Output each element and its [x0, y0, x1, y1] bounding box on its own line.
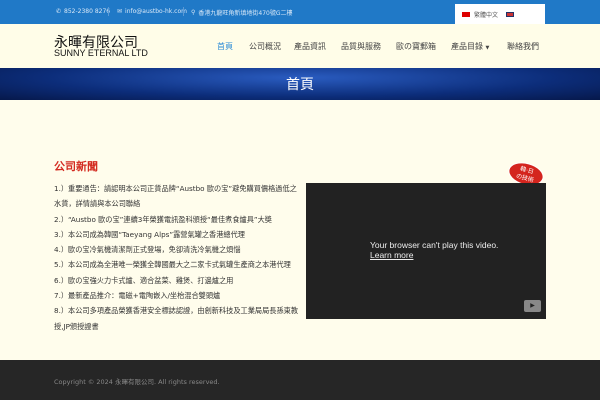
learn-more-link[interactable]: Learn more — [370, 250, 498, 260]
news-heading: 公司新聞 — [54, 160, 98, 173]
news-item: 5.）本公司成為全港唯一榮獲全韓國最大之二家卡式氣罐生產商之本港代理 — [54, 260, 291, 270]
mail-icon: ✉ — [117, 8, 123, 15]
video-player[interactable]: Your browser can't play this video. Learn… — [306, 183, 546, 319]
address-info: ⚲ 香港九龍旺角新填地街470號G二樓 — [191, 9, 293, 17]
china-flag-icon — [462, 11, 470, 17]
top-bar: ✆ 852-2380 8276 ✉ info@austbo-hk.com ⚲ 香港九龍… — [0, 0, 600, 24]
map-pin-icon: ⚲ — [191, 9, 196, 16]
page-banner: 首頁 — [0, 68, 600, 100]
nav-about[interactable]: 公司概況 — [249, 41, 281, 52]
news-item: 4.）歐の宝冷氣機清潔劑正式登場，免卻清洗冷氣機之煩惱 — [54, 245, 241, 255]
phone-icon: ✆ — [56, 8, 62, 15]
news-item: 6.）歐の宝強火力卡式爐、適合盆菜、雞煲、打邊爐之用 — [54, 275, 234, 285]
nav-mailbox[interactable]: 歐の寶郵箱 — [396, 41, 436, 52]
news-item: 3.）本公司成為韓國“Taeyang Alps”露營氣罐之香港總代理 — [54, 229, 245, 239]
news-item: 2.）“Austbo 歐の宝”連續3年榮獲電訊盈科頒授“最佳煮食爐具”大獎 — [54, 214, 272, 224]
news-list: 1.）重要通告：請認明本公司正貨品牌“Austbo 歐の宝”避免購買價格過低之水… — [54, 181, 299, 334]
lang-chinese[interactable]: 繁體中文 — [474, 10, 498, 19]
uk-flag-icon[interactable] — [506, 11, 515, 17]
nav-contact[interactable]: 聯絡我們 — [507, 41, 539, 52]
news-item: 7.）最新產品推介：電磁+電陶嵌入/坐枱混合雙頭爐 — [54, 291, 221, 301]
email-link[interactable]: info@austbo-hk.com — [125, 8, 187, 15]
nav-products-info[interactable]: 產品資訊 — [294, 41, 326, 52]
dropdown-icon: ▼ — [485, 45, 490, 51]
nav-quality[interactable]: 品質與服務 — [341, 41, 381, 52]
news-item: 8.）本公司多項產品榮獲香港安全標誌認證，由創新科技及工業局局長孫東教授,JP頒… — [54, 306, 299, 331]
divider — [183, 7, 184, 16]
video-error-message: Your browser can't play this video. — [370, 240, 499, 250]
nav-catalog[interactable]: 產品目錄 ▼ — [451, 41, 489, 52]
news-item: 1.）重要通告：請認明本公司正貨品牌“Austbo 歐の宝”避免購買價格過低之水… — [54, 184, 297, 209]
language-switcher[interactable]: 繁體中文 — [455, 4, 545, 24]
footer: Copyright © 2024 永暉有限公司. All rights rese… — [0, 360, 600, 400]
logo-english[interactable]: SUNNY ETERNAL LTD — [54, 48, 148, 58]
copyright-text: Copyright © 2024 永暉有限公司. All rights rese… — [54, 378, 220, 386]
page-title: 首頁 — [286, 77, 314, 93]
youtube-play-icon[interactable]: ▶ — [524, 300, 541, 312]
header: 永暉有限公司 SUNNY ETERNAL LTD 首頁 公司概況 產品資訊 品質… — [0, 24, 600, 68]
divider — [108, 7, 109, 16]
phone-info: ✆ 852-2380 8276 — [56, 8, 111, 15]
nav-home[interactable]: 首頁 — [217, 41, 233, 52]
email-info[interactable]: ✉ info@austbo-hk.com — [117, 8, 187, 15]
